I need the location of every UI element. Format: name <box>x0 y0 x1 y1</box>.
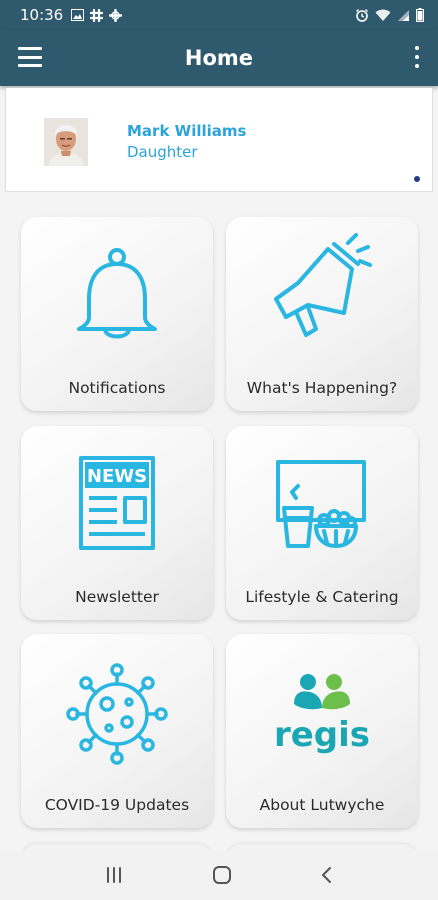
gallery-icon <box>71 9 85 21</box>
wifi-icon <box>375 9 391 21</box>
system-nav-bar <box>0 850 438 900</box>
recent-apps-icon[interactable] <box>104 866 124 884</box>
battery-icon <box>416 8 424 22</box>
food-drink-icon <box>276 460 366 548</box>
bell-icon <box>77 248 157 339</box>
app-bar: Home <box>0 30 438 86</box>
megaphone-icon <box>274 233 372 337</box>
lifestyle-catering-tile[interactable]: Lifestyle & Catering <box>226 426 418 620</box>
profile-name: Mark Williams <box>127 122 247 140</box>
hamburger-menu-icon[interactable] <box>18 47 42 67</box>
home-icon[interactable] <box>212 865 232 885</box>
tile-label: Newsletter <box>75 588 159 606</box>
avatar <box>44 118 88 166</box>
tile-label: Notifications <box>68 379 166 397</box>
signal-icon <box>398 9 409 21</box>
regis-logo: regis <box>274 674 370 755</box>
newsletter-tile[interactable]: NEWS Newsletter <box>21 426 213 620</box>
tile-label: About Lutwyche <box>259 796 385 814</box>
profile-relation: Daughter <box>127 143 198 161</box>
whats-happening-tile[interactable]: What's Happening? <box>226 217 418 411</box>
page-title: Home <box>184 46 254 70</box>
more-vertical-icon[interactable] <box>414 46 420 68</box>
virus-icon <box>66 663 168 765</box>
tile-label: What's Happening? <box>246 379 398 397</box>
notifications-tile[interactable]: Notifications <box>21 217 213 411</box>
tile-label: Lifestyle & Catering <box>245 588 399 606</box>
svg-text:NEWS: NEWS <box>87 466 147 487</box>
about-lutwyche-tile[interactable]: regis About Lutwyche <box>226 634 418 828</box>
tile-label: COVID-19 Updates <box>44 796 190 814</box>
profile-card[interactable]: Mark Williams Daughter <box>5 88 433 192</box>
newspaper-icon: NEWS <box>79 456 155 550</box>
status-time: 10:36 <box>20 6 64 24</box>
slack-icon <box>90 8 104 22</box>
status-dot <box>414 176 420 182</box>
status-bar: 10:36 <box>0 0 438 30</box>
covid-updates-tile[interactable]: COVID-19 Updates <box>21 634 213 828</box>
alarm-icon <box>356 9 368 22</box>
back-icon[interactable] <box>320 866 334 884</box>
slack-icon <box>109 8 123 22</box>
regis-logo-text: regis <box>274 715 370 755</box>
